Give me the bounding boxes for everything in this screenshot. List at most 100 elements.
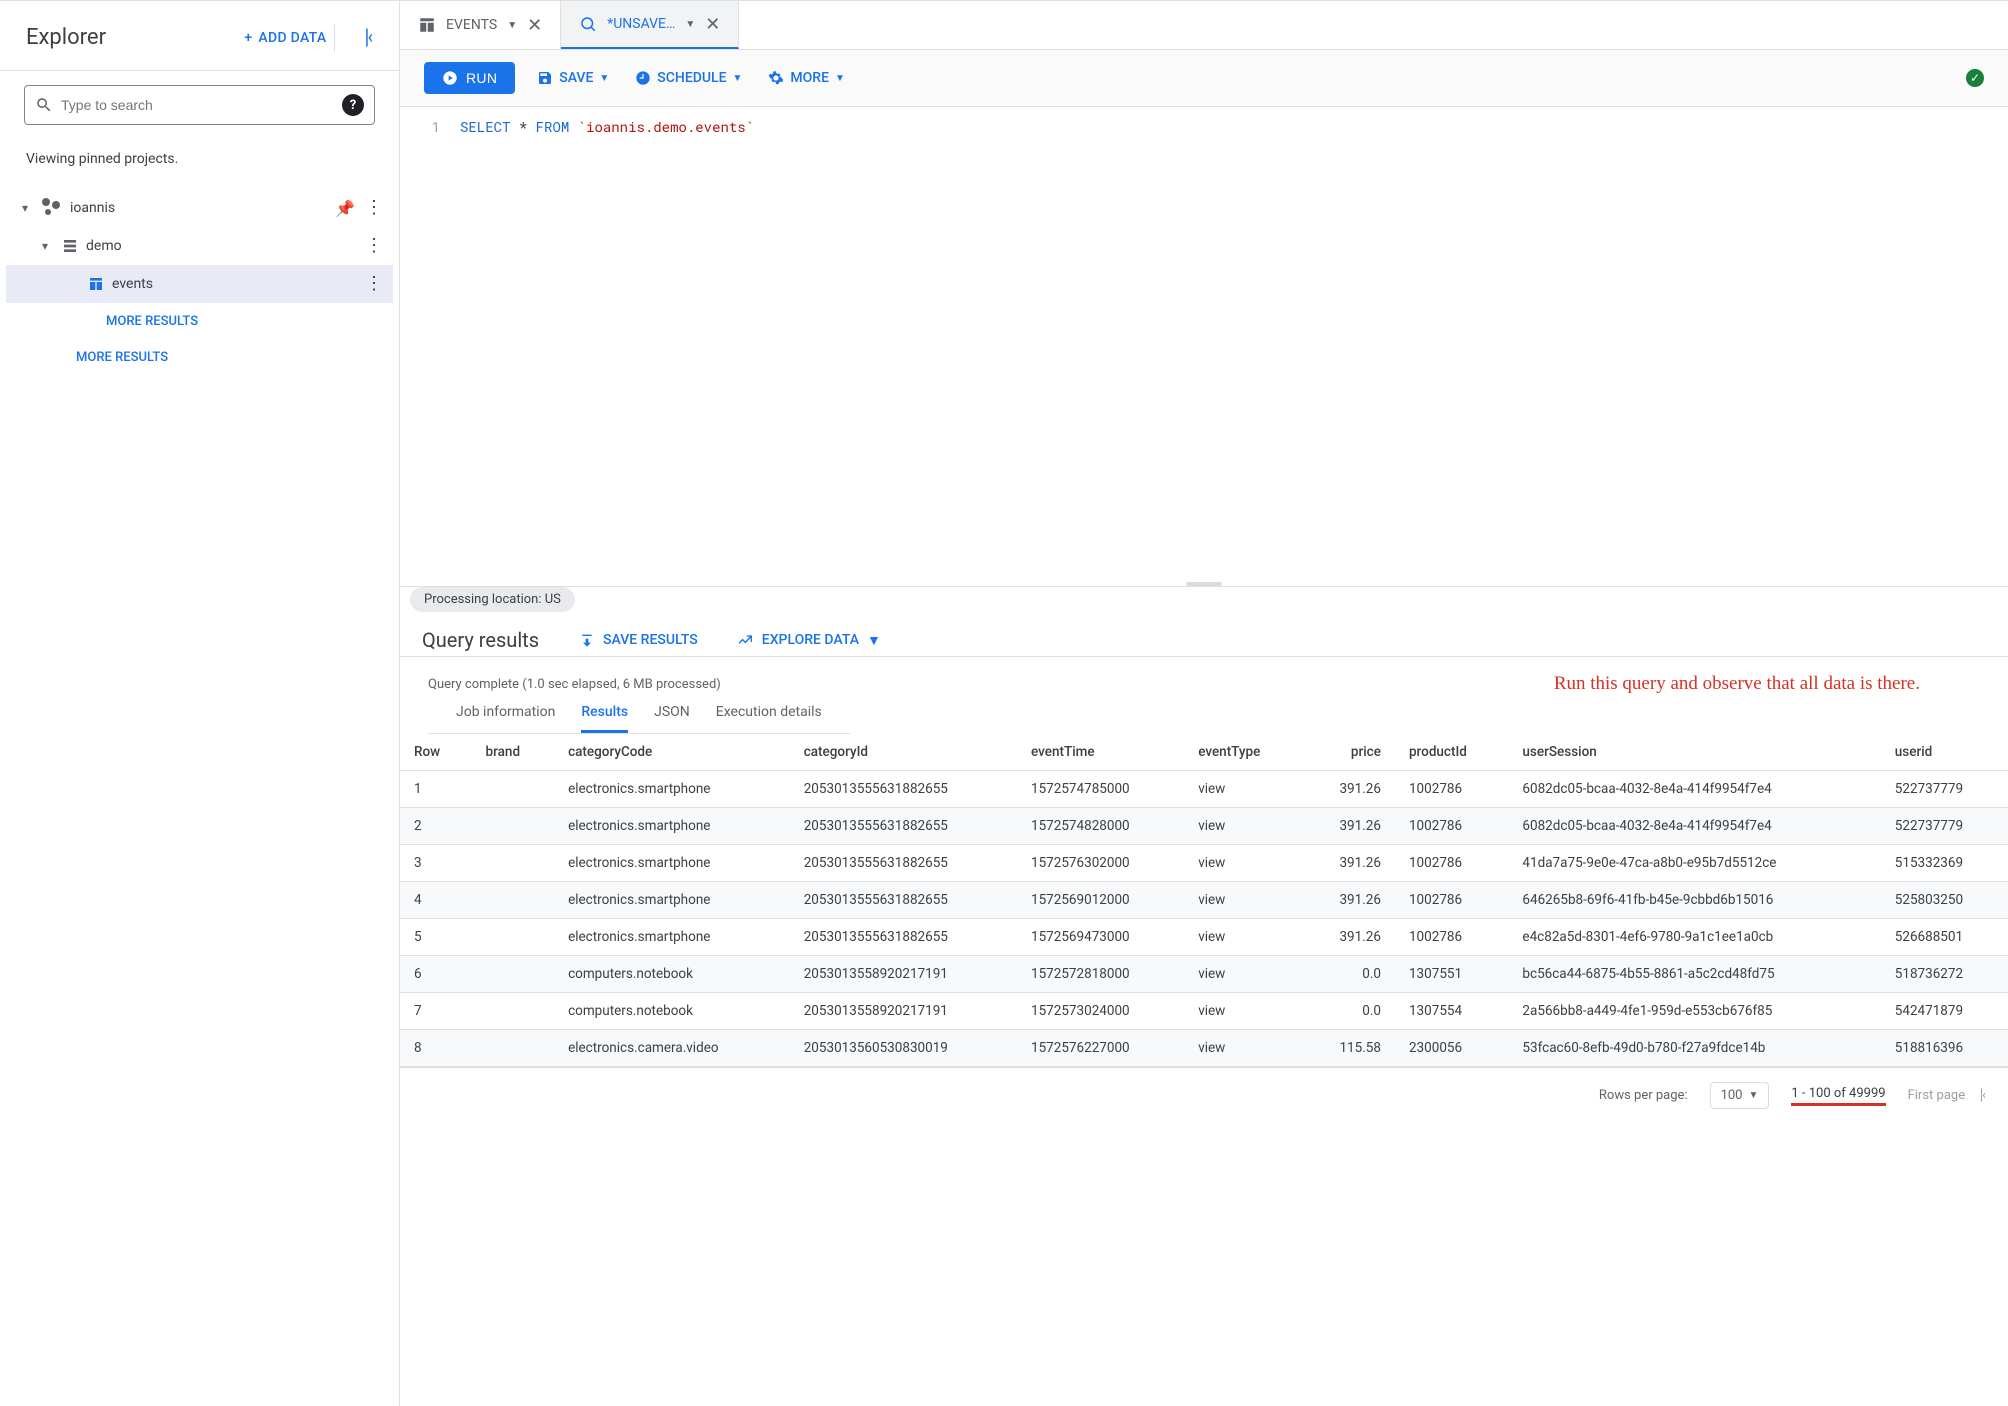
search-input-wrapper[interactable]: ? — [24, 85, 375, 125]
explorer-title: Explorer — [26, 25, 106, 50]
cell-categoryId: 2053013555631882655 — [790, 882, 1017, 919]
col-eventType[interactable]: eventType — [1184, 734, 1303, 771]
col-productId[interactable]: productId — [1395, 734, 1508, 771]
cell-productId: 1307551 — [1395, 956, 1508, 993]
sql-editor[interactable]: 1 SELECT * FROM `ioannis.demo.events` — [400, 107, 2008, 587]
cell-productId: 1002786 — [1395, 882, 1508, 919]
results-table-wrap[interactable]: Row brand categoryCode categoryId eventT… — [400, 734, 2008, 1067]
tab-job-information[interactable]: Job information — [456, 704, 555, 733]
chevron-down-icon[interactable]: ▼ — [685, 19, 695, 30]
close-icon[interactable]: ✕ — [705, 14, 720, 35]
pin-icon[interactable]: 📌 — [335, 199, 355, 218]
cell-eventType: view — [1184, 808, 1303, 845]
cell-categoryCode: electronics.smartphone — [554, 919, 790, 956]
tab-events[interactable]: EVENTS ▼ ✕ — [400, 1, 561, 49]
save-label: SAVE — [559, 70, 593, 86]
caret-down-icon: ▾ — [36, 239, 54, 253]
chevron-down-icon[interactable]: ▼ — [507, 20, 517, 31]
table-row[interactable]: 6computers.notebook205301355892021719115… — [400, 956, 2008, 993]
results-panel: Processing location: US Query results SA… — [400, 587, 2008, 1123]
dataset-kebab-icon[interactable]: ⋮ — [365, 239, 383, 253]
search-input[interactable] — [61, 97, 342, 113]
cell-brand — [472, 771, 555, 808]
more-button[interactable]: MORE ▼ — [764, 64, 849, 92]
col-eventTime[interactable]: eventTime — [1017, 734, 1184, 771]
table-node[interactable]: events ⋮ — [6, 265, 393, 303]
add-data-button[interactable]: + ADD DATA — [236, 24, 335, 52]
cell-row: 7 — [400, 993, 472, 1030]
table-row[interactable]: 5electronics.smartphone20530135556318826… — [400, 919, 2008, 956]
table-row[interactable]: 8electronics.camera.video205301356053083… — [400, 1030, 2008, 1067]
col-userid[interactable]: userid — [1881, 734, 2008, 771]
run-button[interactable]: RUN — [424, 62, 515, 94]
cell-row: 6 — [400, 956, 472, 993]
chevron-down-icon: ▼ — [599, 73, 609, 84]
col-brand[interactable]: brand — [472, 734, 555, 771]
col-row[interactable]: Row — [400, 734, 472, 771]
table-row[interactable]: 3electronics.smartphone20530135556318826… — [400, 845, 2008, 882]
cell-productId: 1002786 — [1395, 808, 1508, 845]
rows-per-page-select[interactable]: 100 ▼ — [1710, 1082, 1770, 1109]
first-page-button[interactable]: First page ⎹‹ — [1908, 1088, 1986, 1103]
tab-json[interactable]: JSON — [654, 704, 690, 733]
cell-price: 0.0 — [1303, 993, 1395, 1030]
drag-handle[interactable] — [400, 581, 2008, 587]
tab-unsaved[interactable]: *UNSAVE… ▼ ✕ — [561, 1, 739, 49]
table-icon — [418, 16, 436, 34]
cell-price: 391.26 — [1303, 845, 1395, 882]
results-title: Query results — [422, 628, 539, 652]
table-row[interactable]: 1 electronics.smartphone20530135556318826… — [400, 771, 2008, 808]
col-userSession[interactable]: userSession — [1508, 734, 1880, 771]
save-results-button[interactable]: SAVE RESULTS — [579, 632, 698, 648]
cell-row: 8 — [400, 1030, 472, 1067]
editor-tabs: EVENTS ▼ ✕ *UNSAVE… ▼ ✕ — [400, 1, 2008, 50]
tab-unsaved-label: *UNSAVE… — [607, 16, 675, 32]
more-results-inner[interactable]: MORE RESULTS — [6, 303, 393, 339]
explore-data-button[interactable]: EXPLORE DATA ▼ — [738, 632, 881, 649]
schedule-label: SCHEDULE — [657, 70, 726, 86]
tab-execution-details[interactable]: Execution details — [716, 704, 822, 733]
close-icon[interactable]: ✕ — [527, 15, 542, 36]
collapse-sidebar-button[interactable]: ⎹‹ — [341, 23, 381, 52]
cell-price: 0.0 — [1303, 956, 1395, 993]
schedule-button[interactable]: SCHEDULE ▼ — [631, 64, 746, 92]
cell-row: 1 — [400, 771, 472, 808]
cell-categoryId: 2053013558920217191 — [790, 956, 1017, 993]
search-help-icon[interactable]: ? — [342, 94, 364, 116]
project-label: ioannis — [70, 200, 335, 216]
project-kebab-icon[interactable]: ⋮ — [365, 201, 383, 215]
save-button[interactable]: SAVE ▼ — [533, 64, 613, 92]
table-row[interactable]: 7computers.notebook205301355892021719115… — [400, 993, 2008, 1030]
save-icon — [537, 70, 553, 86]
col-price[interactable]: price — [1303, 734, 1395, 771]
table-row[interactable]: 4electronics.smartphone20530135556318826… — [400, 882, 2008, 919]
dataset-node[interactable]: ▾ demo ⋮ — [6, 227, 393, 265]
col-categoryCode[interactable]: categoryCode — [554, 734, 790, 771]
table-kebab-icon[interactable]: ⋮ — [365, 277, 383, 291]
project-node[interactable]: ▾ ioannis 📌 ⋮ — [6, 189, 393, 227]
cell-categoryCode: electronics.smartphone — [554, 771, 790, 808]
table-icon — [88, 276, 104, 292]
sql-code[interactable]: SELECT * FROM `ioannis.demo.events` — [460, 117, 754, 136]
rows-per-page-value: 100 — [1721, 1088, 1743, 1103]
cell-price: 391.26 — [1303, 808, 1395, 845]
tab-results[interactable]: Results — [581, 704, 628, 733]
cell-userid: 525803250 — [1881, 882, 2008, 919]
cell-userSession: 2a566bb8-a449-4fe1-959d-e553cb676f85 — [1508, 993, 1880, 1030]
result-tabs: Job information Results JSON Execution d… — [428, 692, 850, 734]
more-results-outer[interactable]: MORE RESULTS — [6, 339, 393, 375]
cell-eventTime: 1572569012000 — [1017, 882, 1184, 919]
chevron-first-icon: ⎹‹ — [1969, 1088, 1986, 1103]
cell-eventType: view — [1184, 771, 1303, 808]
table-row[interactable]: 2electronics.smartphone20530135556318826… — [400, 808, 2008, 845]
cell-eventType: view — [1184, 882, 1303, 919]
cell-categoryId: 2053013555631882655 — [790, 845, 1017, 882]
save-results-label: SAVE RESULTS — [603, 632, 698, 648]
cell-eventType: view — [1184, 956, 1303, 993]
col-categoryId[interactable]: categoryId — [790, 734, 1017, 771]
cell-categoryCode: electronics.smartphone — [554, 882, 790, 919]
chevron-down-icon: ▼ — [835, 73, 845, 84]
cell-productId: 1002786 — [1395, 771, 1508, 808]
cell-categoryId: 2053013555631882655 — [790, 771, 1017, 808]
viewing-label: Viewing pinned projects. — [0, 129, 399, 183]
